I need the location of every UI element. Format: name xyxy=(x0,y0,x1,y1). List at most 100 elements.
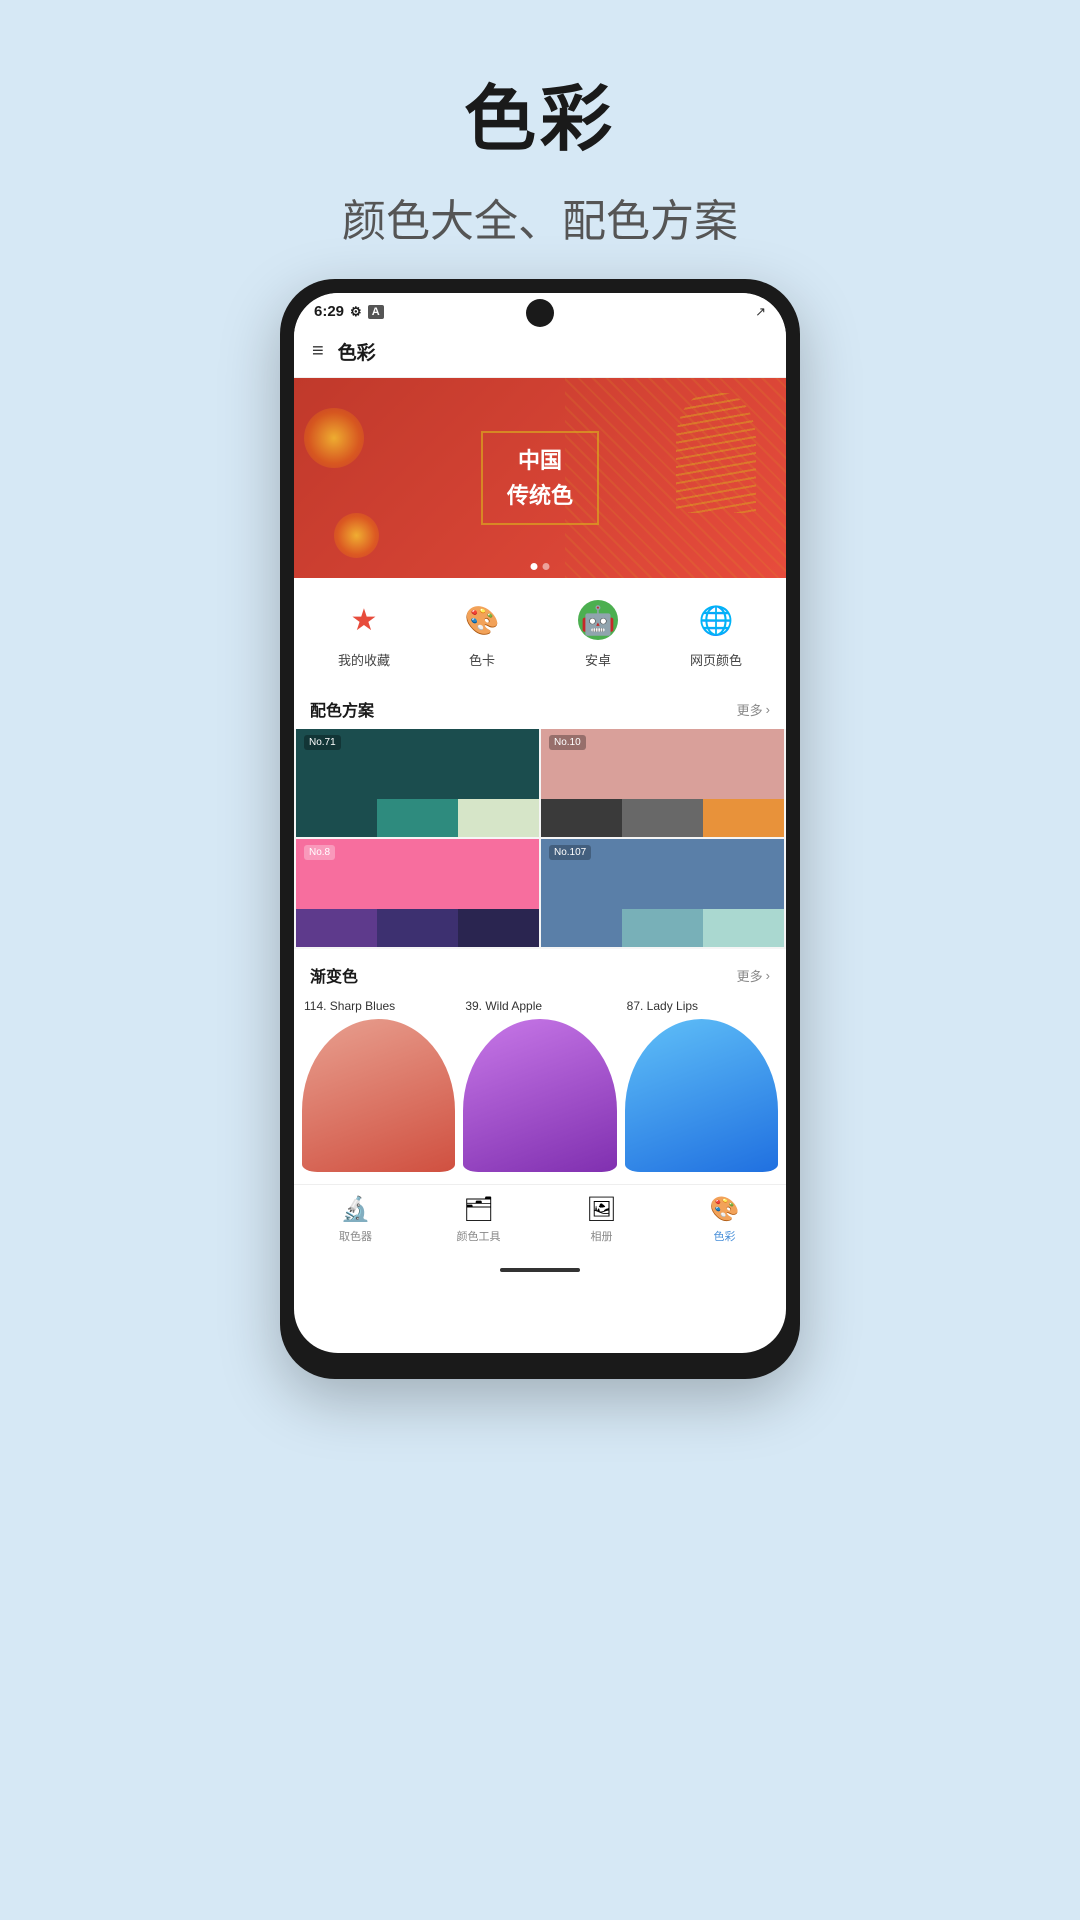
banner-text-box: 中国 传统色 xyxy=(481,431,599,525)
phone-frame: 6:29 ⚙ A ↗ ≡ 色彩 xyxy=(280,279,800,1379)
swatch-71-3 xyxy=(458,799,539,837)
signal-strength-icon: ↗ xyxy=(755,304,766,320)
gradient-section: 渐变色 更多 › 114. Sharp Blues 39. Wild Apple xyxy=(294,949,786,1184)
dot-1 xyxy=(531,563,538,570)
banner-dots xyxy=(531,563,550,570)
gradient-sharp-blues[interactable]: 114. Sharp Blues xyxy=(302,999,455,1172)
swatch-8-2 xyxy=(377,909,458,947)
page-background: 色彩 颜色大全、配色方案 6:29 ⚙ A ↗ ≡ 色彩 xyxy=(0,0,1080,1920)
palette-card-10[interactable]: No.10 xyxy=(541,729,784,837)
notification-icon: A xyxy=(368,305,384,319)
palette-section-title: 配色方案 xyxy=(310,697,374,721)
palette-8-top: No.8 xyxy=(296,839,539,909)
palette-8-swatches xyxy=(296,909,539,947)
home-indicator xyxy=(294,1260,786,1280)
gradient-section-header: 渐变色 更多 › xyxy=(294,949,786,995)
banner-line1: 中国 xyxy=(507,443,573,478)
color-tool-icon: 🗂 xyxy=(463,1195,493,1224)
palette-card-107[interactable]: No.107 xyxy=(541,839,784,947)
nav-color-app[interactable]: 🎨 色彩 xyxy=(663,1195,786,1244)
swatch-10-1 xyxy=(541,799,622,837)
gradient-more-link[interactable]: 更多 › xyxy=(737,966,770,985)
dot-2 xyxy=(543,563,550,570)
swatch-107-1 xyxy=(541,909,622,947)
quick-actions: ★ 我的收藏 🎨 色卡 🤖 安卓 xyxy=(294,578,786,687)
sharp-blues-circle xyxy=(302,1019,455,1172)
color-card-icon: 🎨 xyxy=(465,604,500,637)
swatch-10-2 xyxy=(622,799,703,837)
page-subtitle: 颜色大全、配色方案 xyxy=(342,185,738,249)
swatch-10-3 xyxy=(703,799,784,837)
star-icon: ★ xyxy=(351,603,378,638)
palettes-grid: No.71 No.10 xyxy=(294,729,786,949)
palette-10-top: No.10 xyxy=(541,729,784,799)
palette-107-top: No.107 xyxy=(541,839,784,909)
album-icon: 🖼 xyxy=(586,1195,616,1224)
nav-color-picker[interactable]: 🔬 取色器 xyxy=(294,1195,417,1244)
banner: 中国 传统色 xyxy=(294,378,786,578)
swatch-8-1 xyxy=(296,909,377,947)
hamburger-menu-icon[interactable]: ≡ xyxy=(312,340,324,363)
gradient-chevron-icon: › xyxy=(766,968,770,983)
page-header: 色彩 颜色大全、配色方案 xyxy=(342,0,738,279)
palette-71-top: No.71 xyxy=(296,729,539,799)
swatch-8-3 xyxy=(458,909,539,947)
color-picker-nav-label: 取色器 xyxy=(339,1228,372,1244)
app-bar-title: 色彩 xyxy=(338,338,376,365)
app-bar: ≡ 色彩 xyxy=(294,326,786,378)
status-bar: 6:29 ⚙ A ↗ xyxy=(294,293,786,326)
status-time-area: 6:29 ⚙ A xyxy=(314,303,384,320)
favorites-label: 我的收藏 xyxy=(338,650,390,669)
gradient-section-title: 渐变色 xyxy=(310,963,358,987)
palette-card-71[interactable]: No.71 xyxy=(296,729,539,837)
palette-107-number: No.107 xyxy=(549,845,591,860)
nav-album[interactable]: 🖼 相册 xyxy=(540,1195,663,1244)
palette-71-number: No.71 xyxy=(304,735,341,750)
color-app-nav-label: 色彩 xyxy=(714,1228,736,1244)
color-picker-icon: 🔬 xyxy=(341,1195,371,1224)
settings-icon: ⚙ xyxy=(350,304,362,320)
banner-content: 中国 传统色 xyxy=(481,431,599,525)
lady-lips-label: 87. Lady Lips xyxy=(625,999,778,1013)
wild-apple-label: 39. Wild Apple xyxy=(463,999,616,1013)
android-icon: 🤖 xyxy=(578,600,618,640)
wild-apple-circle xyxy=(463,1019,616,1172)
banner-line2: 传统色 xyxy=(507,478,573,513)
action-android[interactable]: 🤖 安卓 xyxy=(574,596,622,669)
palette-107-swatches xyxy=(541,909,784,947)
android-label: 安卓 xyxy=(585,650,611,669)
action-favorites[interactable]: ★ 我的收藏 xyxy=(338,596,390,669)
swatch-71-2 xyxy=(377,799,458,837)
swatch-107-2 xyxy=(622,909,703,947)
palette-71-swatches xyxy=(296,799,539,837)
palette-card-8[interactable]: No.8 xyxy=(296,839,539,947)
sharp-blues-label: 114. Sharp Blues xyxy=(302,999,455,1013)
web-color-icon-wrap: 🌐 xyxy=(692,596,740,644)
indicator-bar xyxy=(500,1268,580,1272)
palette-more-link[interactable]: 更多 › xyxy=(737,700,770,719)
palette-10-swatches xyxy=(541,799,784,837)
gradient-lady-lips[interactable]: 87. Lady Lips xyxy=(625,999,778,1172)
web-color-label: 网页颜色 xyxy=(690,650,742,669)
color-card-label: 色卡 xyxy=(469,650,495,669)
page-title: 色彩 xyxy=(342,60,738,165)
android-icon-wrap: 🤖 xyxy=(574,596,622,644)
favorites-icon-wrap: ★ xyxy=(340,596,388,644)
nav-color-tool[interactable]: 🗂 颜色工具 xyxy=(417,1195,540,1244)
color-card-icon-wrap: 🎨 xyxy=(458,596,506,644)
color-app-icon: 🎨 xyxy=(710,1195,740,1224)
gradient-items: 114. Sharp Blues 39. Wild Apple 87. Lady… xyxy=(294,995,786,1176)
action-web-color[interactable]: 🌐 网页颜色 xyxy=(690,596,742,669)
palette-section-header: 配色方案 更多 › xyxy=(294,687,786,729)
bottom-nav: 🔬 取色器 🗂 颜色工具 🖼 相册 🎨 色彩 xyxy=(294,1184,786,1260)
gradient-wild-apple[interactable]: 39. Wild Apple xyxy=(463,999,616,1172)
chevron-right-icon: › xyxy=(766,702,770,717)
album-nav-label: 相册 xyxy=(591,1228,613,1244)
status-time: 6:29 xyxy=(314,303,344,320)
phone-screen: 6:29 ⚙ A ↗ ≡ 色彩 xyxy=(294,293,786,1353)
action-color-card[interactable]: 🎨 色卡 xyxy=(458,596,506,669)
swatch-107-3 xyxy=(703,909,784,947)
web-color-icon: 🌐 xyxy=(699,604,734,637)
color-tool-nav-label: 颜色工具 xyxy=(457,1228,501,1244)
palette-10-number: No.10 xyxy=(549,735,586,750)
